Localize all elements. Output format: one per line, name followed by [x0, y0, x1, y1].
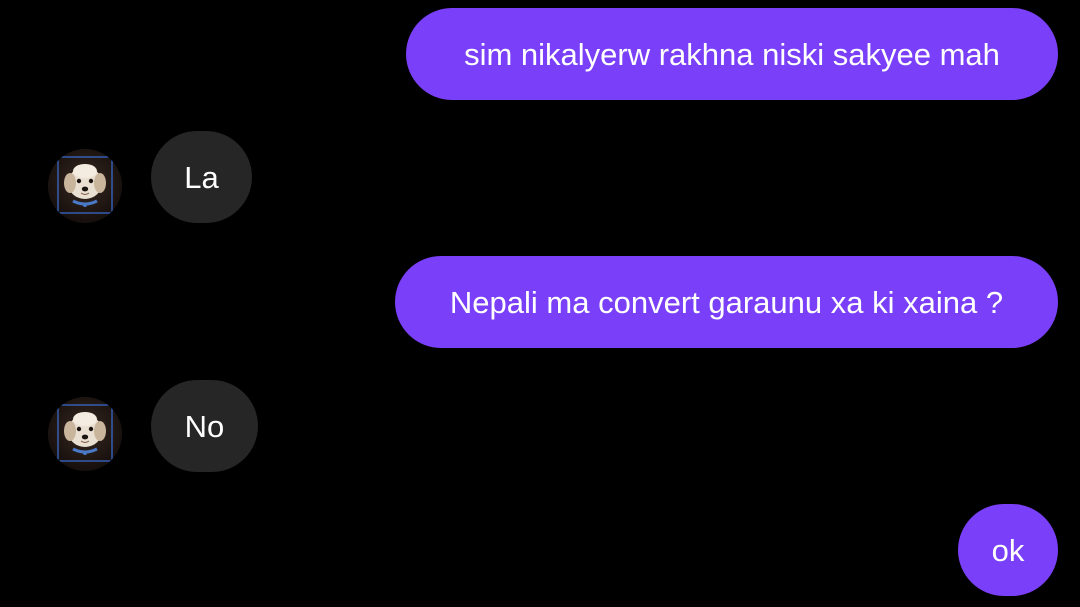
dog-avatar-icon	[48, 149, 122, 223]
outgoing-message-bubble[interactable]: Nepali ma convert garaunu xa ki xaina ?	[395, 256, 1058, 348]
message-thread[interactable]: sim nikalyerw rakhna niski sakyee mah La…	[0, 0, 1080, 607]
contact-avatar[interactable]	[48, 149, 122, 223]
message-text: Nepali ma convert garaunu xa ki xaina ?	[449, 284, 1004, 320]
contact-avatar[interactable]	[48, 397, 122, 471]
dog-avatar-icon	[48, 397, 122, 471]
outgoing-message-bubble[interactable]: sim nikalyerw rakhna niski sakyee mah	[406, 8, 1058, 100]
message-text: No	[184, 408, 225, 444]
message-text: ok	[991, 532, 1025, 568]
incoming-message-bubble[interactable]: La	[151, 131, 252, 223]
outgoing-message-bubble[interactable]: ok	[958, 504, 1058, 596]
message-text: La	[184, 159, 219, 195]
message-text: sim nikalyerw rakhna niski sakyee mah	[464, 36, 1000, 72]
incoming-message-bubble[interactable]: No	[151, 380, 258, 472]
